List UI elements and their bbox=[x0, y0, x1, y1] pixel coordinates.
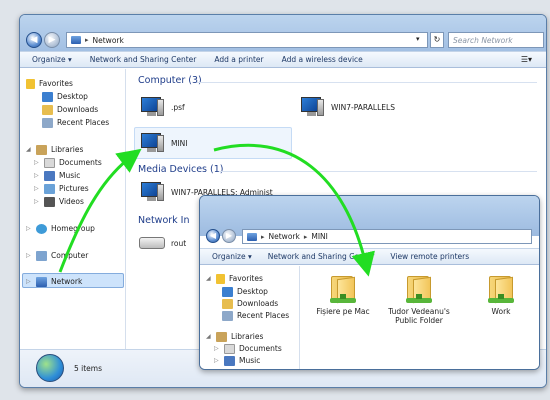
shared-folder-icon bbox=[404, 274, 434, 304]
computer-item-mini[interactable]: MINI bbox=[139, 133, 188, 153]
command-bar: Organize ▾ Network and Sharing Center Ad… bbox=[20, 51, 546, 68]
shared-folder-public[interactable]: Tudor Vedeanu's Public Folder bbox=[383, 274, 455, 325]
nav-music[interactable]: ▷ Music bbox=[214, 354, 260, 367]
group-divider bbox=[219, 171, 537, 172]
pictures-icon bbox=[44, 183, 55, 194]
breadcrumb-separator: ▸ bbox=[261, 232, 265, 241]
desktop-icon bbox=[222, 286, 233, 297]
breadcrumb-network[interactable]: Network bbox=[269, 232, 300, 241]
expand-icon[interactable]: ▷ bbox=[26, 252, 32, 259]
expand-icon[interactable]: ◢ bbox=[206, 275, 212, 282]
shared-folder-fisiere-pe-mac[interactable]: Fișiere pe Mac bbox=[311, 274, 375, 317]
router-icon bbox=[139, 237, 165, 249]
documents-icon bbox=[44, 157, 55, 168]
sharing-center-button[interactable]: Network and Sharing Center bbox=[90, 55, 197, 64]
downloads-icon bbox=[222, 298, 233, 309]
libraries-icon bbox=[36, 144, 47, 155]
view-options-icon[interactable]: ☰▾ bbox=[521, 55, 532, 64]
videos-icon bbox=[44, 196, 55, 207]
expand-icon[interactable]: ▷ bbox=[214, 357, 220, 364]
expand-icon[interactable]: ▷ bbox=[26, 225, 32, 232]
computer-item-win7-parallels[interactable]: WIN7-PARALLELS bbox=[299, 97, 395, 117]
computer-icon bbox=[139, 133, 165, 153]
network-icon bbox=[36, 276, 47, 287]
nav-music[interactable]: ▷ Music bbox=[34, 169, 80, 182]
star-icon bbox=[216, 273, 225, 284]
search-input[interactable]: Search Network bbox=[448, 32, 544, 48]
content-pane: Fișiere pe Mac Tudor Vedeanu's Public Fo… bbox=[301, 266, 539, 369]
add-wireless-button[interactable]: Add a wireless device bbox=[282, 55, 363, 64]
nav-favorites[interactable]: ◢ Favorites bbox=[206, 272, 263, 285]
music-icon bbox=[44, 170, 55, 181]
expand-icon[interactable]: ◢ bbox=[26, 146, 32, 153]
documents-icon bbox=[224, 343, 235, 354]
libraries-icon bbox=[216, 331, 227, 342]
network-globe-icon bbox=[36, 354, 64, 382]
computer-icon bbox=[299, 97, 325, 117]
command-bar: Organize ▾ Network and Sharing Center Vi… bbox=[200, 248, 539, 265]
infrastructure-device-item[interactable]: rout bbox=[139, 237, 186, 249]
sharing-center-button[interactable]: Network and Sharing Center bbox=[268, 252, 375, 261]
expand-icon[interactable]: ▷ bbox=[34, 198, 40, 205]
expand-icon[interactable]: ▷ bbox=[34, 185, 40, 192]
expand-icon[interactable]: ▷ bbox=[26, 278, 32, 285]
add-printer-button[interactable]: Add a printer bbox=[214, 55, 263, 64]
nav-network[interactable]: ▷ Network bbox=[26, 275, 82, 288]
shared-folder-icon bbox=[486, 274, 516, 304]
recent-places-icon bbox=[42, 117, 53, 128]
nav-pictures[interactable]: ▷ Pictures bbox=[34, 182, 89, 195]
forward-button[interactable]: ▶ bbox=[222, 229, 236, 243]
shared-folder-work[interactable]: Work bbox=[469, 274, 533, 317]
computer-icon bbox=[139, 97, 165, 117]
nav-recent-places[interactable]: Recent Places bbox=[42, 116, 109, 129]
computer-item-psf[interactable]: .psf bbox=[139, 97, 185, 117]
nav-documents[interactable]: ▷ Documents bbox=[34, 156, 102, 169]
item-count: 5 items bbox=[74, 364, 103, 373]
back-button[interactable]: ◀ bbox=[206, 229, 220, 243]
recent-places-icon bbox=[222, 310, 233, 321]
view-remote-printers-button[interactable]: View remote printers bbox=[390, 252, 469, 261]
nav-computer[interactable]: ▷ Computer bbox=[26, 249, 88, 262]
breadcrumb-separator: ▸ bbox=[303, 232, 308, 241]
navigation-pane: ◢ Favorites Desktop Downloads Recent Plac… bbox=[200, 266, 300, 369]
homegroup-icon bbox=[36, 223, 47, 234]
breadcrumb-separator: ▸ bbox=[85, 36, 89, 44]
network-icon bbox=[247, 232, 257, 241]
nav-homegroup[interactable]: ▷ Homegroup bbox=[26, 222, 95, 235]
nav-downloads[interactable]: Downloads bbox=[42, 103, 98, 116]
expand-icon[interactable]: ▷ bbox=[34, 159, 40, 166]
desktop-icon bbox=[42, 91, 53, 102]
nav-libraries[interactable]: ◢ Libraries bbox=[26, 143, 83, 156]
group-header-media-devices[interactable]: Media Devices (1) bbox=[138, 164, 223, 175]
music-icon bbox=[224, 355, 235, 366]
forward-button[interactable]: ▶ bbox=[44, 32, 60, 48]
group-header-computer[interactable]: Computer (3) bbox=[138, 75, 202, 86]
nav-desktop[interactable]: Desktop bbox=[42, 90, 88, 103]
address-bar[interactable]: ▸ Network ▸ MINI bbox=[242, 229, 532, 244]
expand-icon[interactable]: ▷ bbox=[34, 172, 40, 179]
star-icon bbox=[26, 78, 35, 89]
media-device-icon bbox=[139, 182, 165, 202]
breadcrumb-network[interactable]: Network bbox=[93, 36, 124, 45]
downloads-icon bbox=[42, 104, 53, 115]
navigation-pane: Favorites Desktop Downloads Recent Place… bbox=[20, 69, 126, 351]
nav-recent-places[interactable]: Recent Places bbox=[222, 309, 289, 322]
expand-icon[interactable]: ◢ bbox=[206, 333, 212, 340]
expand-icon[interactable]: ▷ bbox=[214, 345, 220, 352]
refresh-button[interactable]: ↻ bbox=[430, 32, 444, 48]
organize-menu[interactable]: Organize ▾ bbox=[212, 252, 252, 261]
organize-menu[interactable]: Organize ▾ bbox=[32, 55, 72, 64]
nav-videos[interactable]: ▷ Videos bbox=[34, 195, 84, 208]
group-header-network-infrastructure[interactable]: Network In bbox=[138, 215, 190, 226]
address-dropdown[interactable]: ▾ bbox=[416, 35, 420, 43]
network-icon bbox=[71, 36, 81, 44]
breadcrumb-mini[interactable]: MINI bbox=[311, 232, 328, 241]
group-divider bbox=[197, 82, 537, 83]
back-button[interactable]: ◀ bbox=[26, 32, 42, 48]
shared-folder-icon bbox=[328, 274, 358, 304]
address-bar[interactable]: ▸ Network bbox=[66, 32, 428, 48]
mini-share-window: ◀ ▶ ▸ Network ▸ MINI Organize ▾ Network … bbox=[199, 195, 540, 370]
computer-icon bbox=[36, 250, 47, 261]
nav-favorites[interactable]: Favorites bbox=[26, 77, 73, 90]
